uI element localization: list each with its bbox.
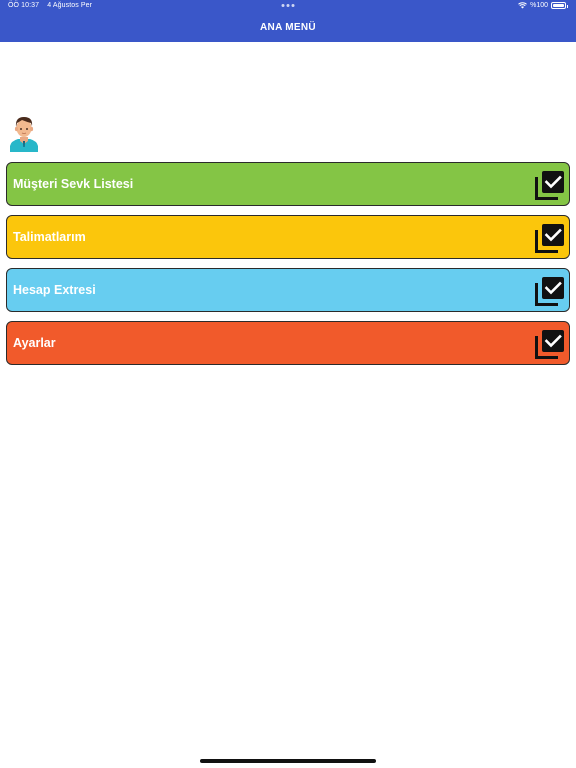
- menu-item-musteri-sevk-listesi[interactable]: Müşteri Sevk Listesi: [6, 162, 570, 206]
- battery-icon: [551, 2, 568, 9]
- app-screen: ÖÖ 10:37 4 Ağustos Per %100 ANA MENÜ Müş…: [0, 0, 576, 768]
- checkbox-stack-icon: [535, 223, 565, 253]
- checkbox-stack-icon: [535, 170, 565, 200]
- menu-item-talimatlarim[interactable]: Talimatlarım: [6, 215, 570, 259]
- status-date: 4 Ağustos Per: [47, 2, 93, 9]
- status-bar-right: %100: [518, 2, 568, 9]
- checkbox-stack-icon: [535, 276, 565, 306]
- multitasking-dots-icon[interactable]: [281, 4, 295, 7]
- menu-item-label: Ayarlar: [13, 336, 56, 350]
- menu-item-label: Hesap Extresi: [13, 283, 96, 297]
- status-time: ÖÖ 10:37: [8, 2, 40, 9]
- status-bar-left: ÖÖ 10:37 4 Ağustos Per: [8, 2, 98, 9]
- top-bar: ÖÖ 10:37 4 Ağustos Per %100 ANA MENÜ: [0, 0, 576, 42]
- user-avatar-icon: [8, 114, 40, 152]
- menu-item-ayarlar[interactable]: Ayarlar: [6, 321, 570, 365]
- menu-item-label: Talimatlarım: [13, 230, 86, 244]
- menu-item-hesap-extresi[interactable]: Hesap Extresi: [6, 268, 570, 312]
- battery-percent: %100: [530, 2, 548, 9]
- home-indicator[interactable]: [200, 759, 376, 763]
- page-title: ANA MENÜ: [260, 22, 316, 33]
- menu-item-label: Müşteri Sevk Listesi: [13, 177, 134, 191]
- main-menu: Müşteri Sevk Listesi Talimatlarım Hesap …: [6, 162, 570, 374]
- wifi-icon: [518, 2, 527, 9]
- checkbox-stack-icon: [535, 329, 565, 359]
